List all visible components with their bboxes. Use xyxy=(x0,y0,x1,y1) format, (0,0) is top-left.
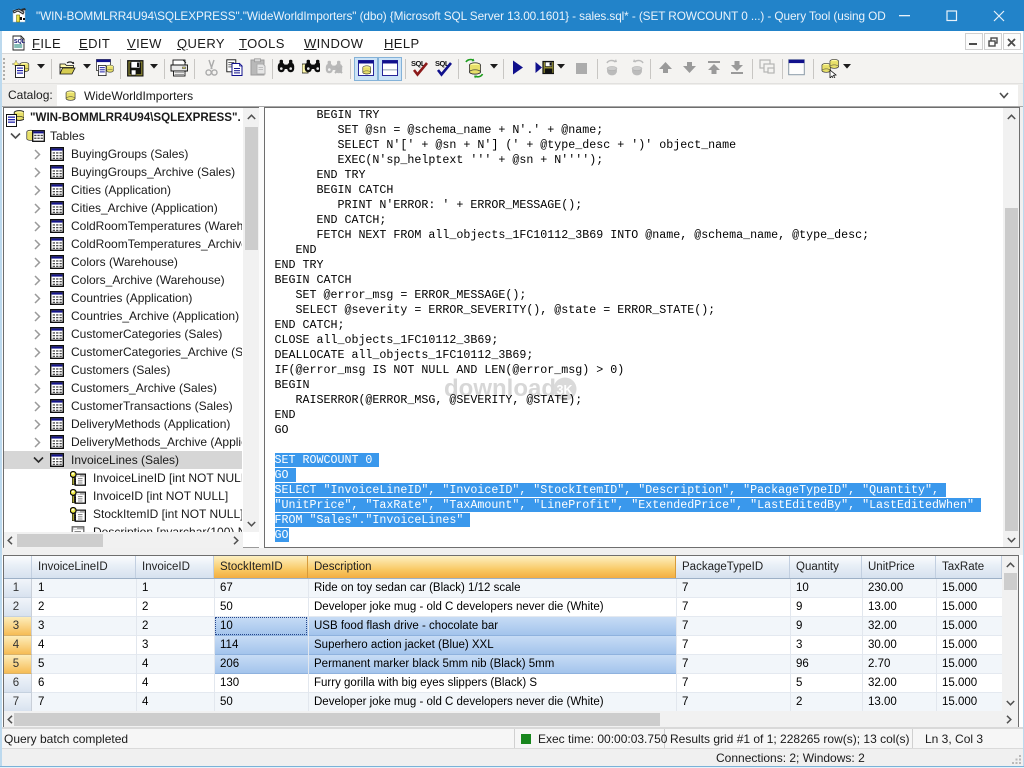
svg-text:SQL: SQL xyxy=(14,39,26,45)
